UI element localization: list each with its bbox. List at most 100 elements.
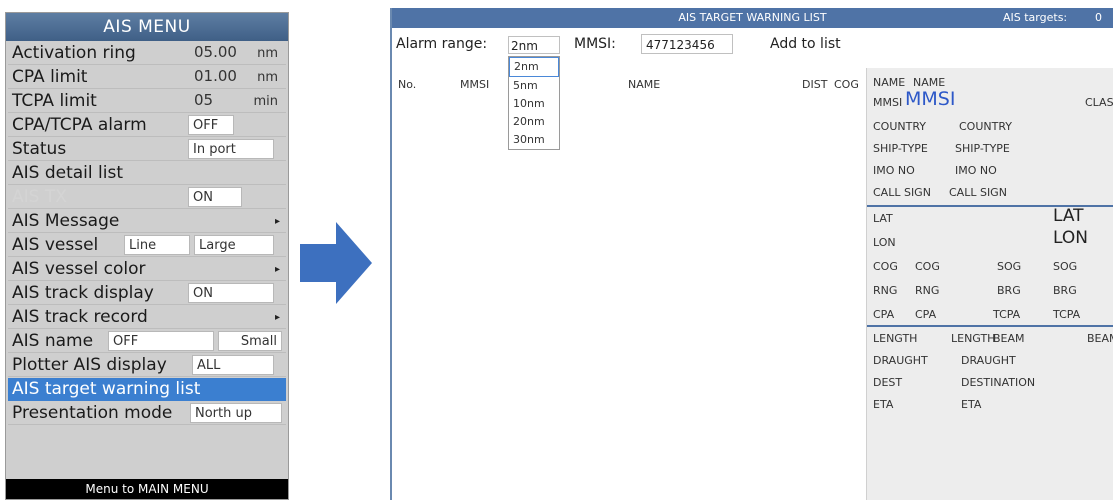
menu-item-cpa-limit[interactable]: CPA limit 01.00 nm (8, 66, 286, 89)
submenu-arrow-icon: ▸ (274, 216, 280, 227)
ais-track-display-value[interactable]: ON (188, 283, 274, 303)
ship-type-value: SHIP-TYPE (955, 142, 1010, 155)
ais-menu: AIS MENU Activation ring 05.00 nm CPA li… (5, 12, 289, 500)
cog-value: COG (915, 260, 940, 273)
draught-label: DRAUGHT (873, 354, 928, 367)
menu-item-ais-vessel[interactable]: AIS vessel Line Large (8, 234, 286, 257)
menu-item-label: TCPA limit (12, 91, 97, 111)
cog-label: COG (873, 260, 898, 273)
class-label: CLASS (1085, 96, 1113, 109)
sog-value: SOG (1053, 260, 1078, 273)
menu-item-ais-message[interactable]: AIS Message ▸ (8, 210, 286, 233)
column-header-cog: COG (834, 78, 859, 91)
unit-label: min (253, 94, 278, 109)
dest-label: DEST (873, 376, 903, 389)
menu-item-tcpa-limit[interactable]: TCPA limit 05 min (8, 90, 286, 113)
menu-item-ais-detail-list[interactable]: AIS detail list (8, 162, 286, 185)
cpa-tcpa-alarm-value[interactable]: OFF (188, 115, 234, 135)
mmsi-value: MMSI (905, 88, 956, 110)
menu-item-label: AIS target warning list (12, 379, 201, 399)
section-divider (867, 325, 1113, 327)
mmsi-label: MMSI (873, 96, 903, 109)
eta-label: ETA (873, 398, 894, 411)
alarm-range-option[interactable]: 20nm (509, 113, 559, 131)
rng-value: RNG (915, 284, 940, 297)
ais-name-value[interactable]: OFF (108, 331, 214, 351)
menu-item-label: AIS detail list (12, 163, 123, 183)
menu-item-label: AIS TX (12, 187, 67, 207)
cpa-limit-value[interactable]: 01.00 (190, 67, 238, 87)
submenu-arrow-icon: ▸ (274, 312, 280, 323)
menu-item-label: AIS Message (12, 211, 120, 231)
menu-item-activation-ring[interactable]: Activation ring 05.00 nm (8, 42, 286, 65)
menu-footer[interactable]: Menu to MAIN MENU (6, 479, 288, 499)
ais-targets-count: 0 (1095, 11, 1102, 24)
country-value: COUNTRY (959, 120, 1012, 133)
imo-value: IMO NO (955, 164, 997, 177)
menu-item-ais-name[interactable]: AIS name OFF Small (8, 330, 286, 353)
activation-ring-value[interactable]: 05.00 (190, 43, 238, 63)
menu-item-ais-target-warning-list[interactable]: AIS target warning list (8, 378, 286, 401)
column-header-dist: DIST (802, 78, 828, 91)
length-label: LENGTH (873, 332, 918, 345)
length-value: LENGTH (951, 332, 996, 345)
menu-item-label: AIS track record (12, 307, 148, 327)
alarm-range-option[interactable]: 5nm (509, 77, 559, 95)
menu-item-presentation-mode[interactable]: Presentation mode North up (8, 402, 286, 425)
panel-title-bar: AIS TARGET WARNING LIST AIS targets: 0 (392, 8, 1113, 28)
name-label: NAME (873, 76, 906, 89)
call-sign-value: CALL SIGN (949, 186, 1007, 199)
alarm-range-option[interactable]: 30nm (509, 131, 559, 149)
tcpa-label: TCPA (993, 308, 1021, 321)
ais-tx-value: ON (188, 187, 242, 207)
menu-item-cpa-tcpa-alarm[interactable]: CPA/TCPA alarm OFF (8, 114, 286, 137)
beam-label: BEAM (993, 332, 1025, 345)
presentation-mode-value[interactable]: North up (190, 403, 282, 423)
tcpa-value: TCPA (1053, 308, 1081, 321)
ais-name-size-value[interactable]: Small (218, 331, 282, 351)
add-to-list-button[interactable]: Add to list (770, 36, 841, 52)
menu-item-label: AIS vessel (12, 235, 99, 255)
status-value[interactable]: In port (188, 139, 274, 159)
alarm-range-option[interactable]: 10nm (509, 95, 559, 113)
cpa-value: CPA (915, 308, 937, 321)
menu-item-label: Presentation mode (12, 403, 173, 423)
tcpa-limit-value[interactable]: 05 (190, 91, 238, 111)
alarm-range-select[interactable]: 2nm (508, 36, 560, 54)
menu-item-label: Activation ring (12, 43, 136, 63)
alarm-range-option[interactable]: 2nm (509, 57, 559, 77)
menu-item-label: AIS vessel color (12, 259, 146, 279)
lat-value: LAT (1053, 206, 1084, 226)
warning-list-toolbar: Alarm range: 2nm MMSI: 477123456 Add to … (392, 30, 862, 62)
target-detail-pane: NAME NAME MMSI MMSI CLASS COUNTRY COUNTR… (866, 68, 1113, 500)
column-header-no: No. (398, 78, 417, 91)
submenu-arrow-icon: ▸ (274, 264, 280, 275)
ais-vessel-size-value[interactable]: Large (194, 235, 274, 255)
menu-title: AIS MENU (6, 13, 288, 41)
menu-item-ais-vessel-color[interactable]: AIS vessel color ▸ (8, 258, 286, 281)
cpa-label: CPA (873, 308, 895, 321)
rng-label: RNG (873, 284, 898, 297)
lon-value: LON (1053, 228, 1088, 248)
warning-list-header: No. MMSI NAME DIST COG (392, 78, 862, 96)
menu-item-plotter-ais-display[interactable]: Plotter AIS display ALL (8, 354, 286, 377)
brg-value: BRG (1053, 284, 1077, 297)
menu-item-ais-track-record[interactable]: AIS track record ▸ (8, 306, 286, 329)
arrow-right-icon (300, 222, 372, 304)
lat-label: LAT (873, 212, 893, 225)
unit-label: nm (257, 70, 278, 85)
column-header-mmsi: MMSI (460, 78, 490, 91)
call-sign-label: CALL SIGN (873, 186, 931, 199)
sog-label: SOG (997, 260, 1022, 273)
menu-item-label: Status (12, 139, 67, 159)
menu-item-ais-track-display[interactable]: AIS track display ON (8, 282, 286, 305)
menu-item-status[interactable]: Status In port (8, 138, 286, 161)
menu-item-label: CPA limit (12, 67, 88, 87)
dest-value: DESTINATION (961, 376, 1036, 389)
country-label: COUNTRY (873, 120, 926, 133)
menu-item-label: CPA/TCPA alarm (12, 115, 147, 135)
plotter-ais-display-value[interactable]: ALL (192, 355, 274, 375)
ship-type-label: SHIP-TYPE (873, 142, 928, 155)
mmsi-input[interactable]: 477123456 (641, 34, 733, 54)
ais-vessel-style-value[interactable]: Line (124, 235, 190, 255)
